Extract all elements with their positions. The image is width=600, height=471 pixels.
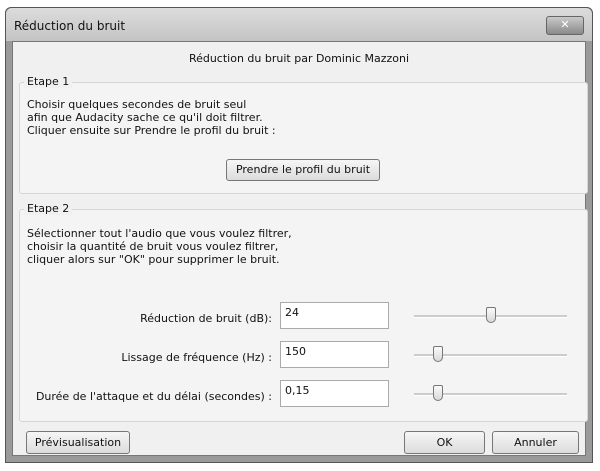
dialog-window: Réduction du bruit ✕ Réduction du bruit … (5, 7, 593, 463)
get-noise-profile-button[interactable]: Prendre le profil du bruit (226, 159, 380, 181)
attack-decay-label: Durée de l'attaque et du délai (secondes… (35, 390, 272, 403)
preview-button[interactable]: Prévisualisation (26, 431, 130, 454)
step2-line: Sélectionner tout l'audio que vous voule… (27, 227, 292, 240)
close-button[interactable]: ✕ (546, 16, 584, 35)
slider-thumb[interactable] (433, 385, 444, 401)
close-icon: ✕ (560, 18, 570, 31)
step2-label: Etape 2 (24, 202, 73, 215)
slider-thumb[interactable] (485, 307, 496, 323)
cancel-button[interactable]: Annuler (492, 431, 579, 454)
step2-line: choisir la quantité de bruit vous voulez… (27, 240, 279, 253)
step2-line: cliquer alors sur "OK" pour supprimer le… (27, 253, 280, 266)
frequency-smoothing-input[interactable]: 150 (280, 341, 389, 368)
title-bar: Réduction du bruit ✕ (6, 8, 592, 41)
slider-thumb[interactable] (433, 346, 444, 362)
subtitle: Réduction du bruit par Dominic Mazzoni (188, 52, 410, 65)
noise-reduction-input[interactable]: 24 (280, 302, 389, 329)
attack-decay-slider[interactable] (414, 384, 567, 404)
attack-decay-input[interactable]: 0,15 (280, 380, 389, 407)
frequency-smoothing-slider[interactable] (414, 345, 567, 365)
step2-group: Etape 2 Sélectionner tout l'audio que vo… (19, 202, 588, 422)
noise-reduction-slider[interactable] (414, 306, 567, 326)
dialog-body: Réduction du bruit par Dominic Mazzoni E… (12, 41, 588, 456)
frequency-smoothing-label: Lissage de fréquence (Hz) : (121, 351, 272, 364)
step1-line: afin que Audacity sache ce qu'il doit fi… (27, 111, 263, 124)
noise-reduction-label: Réduction de bruit (dB): (140, 312, 272, 325)
step1-line: Choisir quelques secondes de bruit seul (27, 98, 247, 111)
step1-line: Cliquer ensuite sur Prendre le profil du… (27, 124, 276, 137)
step1-label: Etape 1 (24, 75, 73, 88)
ok-button[interactable]: OK (404, 431, 485, 454)
step1-group: Etape 1 Choisir quelques secondes de bru… (19, 75, 588, 194)
window-title: Réduction du bruit (14, 19, 126, 33)
